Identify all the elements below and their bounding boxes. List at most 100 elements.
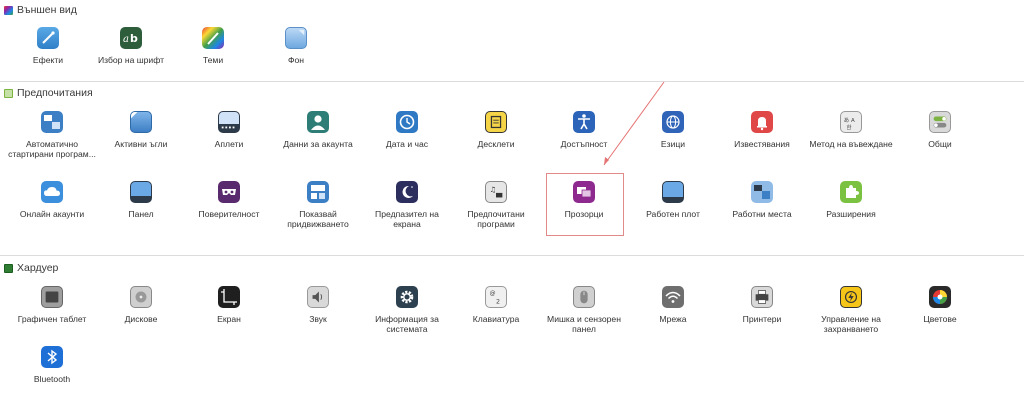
section-header-preferences: Предпочитания — [4, 86, 93, 100]
disk-icon — [130, 286, 152, 308]
settings-item-label: Фон — [287, 55, 305, 65]
settings-item-label: Информация за системата — [375, 314, 439, 335]
tablet-icon — [41, 286, 63, 308]
settings-item-label: Звук — [309, 314, 327, 324]
printer-icon — [751, 286, 773, 308]
settings-item-display[interactable]: Екран — [184, 286, 274, 324]
section-title: Външен вид — [17, 4, 77, 16]
windows-tile-icon — [307, 181, 329, 203]
palette-icon — [202, 27, 224, 49]
bluetooth-icon — [41, 346, 63, 368]
display-icon — [218, 286, 240, 308]
settings-item-themes[interactable]: Теми — [168, 27, 258, 65]
settings-item-keyboard[interactable]: @2 Клавиатура — [451, 286, 541, 324]
power-icon — [840, 286, 862, 308]
svg-text:2: 2 — [496, 298, 500, 305]
settings-item-languages[interactable]: Езици — [628, 111, 718, 149]
settings-item-online-accounts[interactable]: Онлайн акаунти — [7, 181, 97, 219]
moon-icon — [396, 181, 418, 203]
settings-item-preferred-apps[interactable]: ♫ Предпочитани програми — [451, 181, 541, 229]
gear-icon — [396, 286, 418, 308]
divider — [0, 81, 1024, 82]
settings-item-sound[interactable]: Звук — [273, 286, 363, 324]
settings-item-label: Екран — [217, 314, 241, 324]
settings-item-label: Мрежа — [659, 314, 687, 324]
cloud-icon — [41, 181, 63, 203]
settings-item-extensions[interactable]: Разширения — [806, 181, 896, 219]
settings-item-hot-corners[interactable]: Активни ъгли — [96, 111, 186, 149]
account-icon — [307, 111, 329, 133]
bell-icon — [751, 111, 773, 133]
settings-item-label: Общи — [928, 139, 952, 149]
settings-item-label: Управление на захранването — [821, 314, 881, 335]
settings-item-background[interactable]: Фон — [251, 27, 341, 65]
hot-corners-icon — [130, 111, 152, 133]
preferences-section-icon — [4, 88, 13, 98]
settings-item-date-time[interactable]: Дата и час — [362, 111, 452, 149]
settings-item-label: Показвай придвижването — [287, 209, 349, 230]
settings-item-label: Ефекти — [32, 55, 64, 65]
section-title: Предпочитания — [17, 87, 93, 99]
highlight-box — [546, 173, 624, 236]
settings-item-network[interactable]: Мрежа — [628, 286, 718, 324]
settings-item-graphics-tablet[interactable]: Графичен таблет — [7, 286, 97, 324]
settings-item-label: Метод на въвеждане — [809, 139, 893, 149]
settings-item-general[interactable]: Общи — [895, 111, 985, 149]
settings-item-privacy[interactable]: Поверителност — [184, 181, 274, 219]
settings-item-label: Дискове — [124, 314, 158, 324]
applets-icon — [218, 111, 240, 133]
colors-icon — [929, 286, 951, 308]
settings-item-effects[interactable]: Ефекти — [3, 27, 93, 65]
input-method-icon: あA한 — [840, 111, 862, 133]
puzzle-icon — [840, 181, 862, 203]
wifi-icon — [662, 286, 684, 308]
settings-item-label: Достъпност — [560, 139, 608, 149]
settings-item-system-info[interactable]: Информация за системата — [362, 286, 452, 334]
settings-item-label: Мишка и сензорен панел — [547, 314, 621, 335]
svg-text:A: A — [851, 118, 855, 124]
keyboard-icon: @2 — [485, 286, 507, 308]
settings-item-panel[interactable]: Панел — [96, 181, 186, 219]
accessibility-icon — [573, 111, 595, 133]
settings-item-printers[interactable]: Принтери — [717, 286, 807, 324]
settings-item-mouse[interactable]: Мишка и сензорен панел — [539, 286, 629, 334]
settings-item-desktop[interactable]: Работен плот — [628, 181, 718, 219]
settings-item-disks[interactable]: Дискове — [96, 286, 186, 324]
settings-item-label: Предпочитани програми — [467, 209, 525, 230]
media-icon: ♫ — [485, 181, 507, 203]
settings-item-applets[interactable]: Аплети — [184, 111, 274, 149]
settings-item-label: Разширения — [826, 209, 876, 219]
font-icon: ab — [120, 27, 142, 49]
svg-text:b: b — [130, 32, 138, 45]
settings-item-startup-apps[interactable]: Автоматично стартирани програм... — [7, 111, 97, 159]
settings-item-label: Графичен таблет — [17, 314, 87, 324]
divider — [0, 255, 1024, 256]
settings-item-workspaces[interactable]: Работни места — [717, 181, 807, 219]
settings-item-colors[interactable]: Цветове — [895, 286, 985, 324]
settings-item-label: Принтери — [742, 314, 782, 324]
settings-item-label: Аплети — [214, 139, 244, 149]
settings-item-label: Предпазител на екрана — [375, 209, 439, 230]
settings-item-screensaver[interactable]: Предпазител на екрана — [362, 181, 452, 229]
svg-text:@: @ — [490, 291, 496, 297]
hardware-section-icon — [4, 263, 13, 273]
settings-item-label: Автоматично стартирани програм... — [8, 139, 96, 160]
settings-item-desklets[interactable]: Десклети — [451, 111, 541, 149]
settings-item-label: Цветове — [923, 314, 957, 324]
settings-item-label: Онлайн акаунти — [19, 209, 85, 219]
settings-item-show-movement[interactable]: Показвай придвижването — [273, 181, 363, 229]
startup-icon — [41, 111, 63, 133]
settings-item-bluetooth[interactable]: Bluetooth — [7, 346, 97, 384]
settings-item-label: Панел — [128, 209, 154, 219]
section-header-appearance: Външен вид — [4, 3, 77, 17]
settings-item-accessibility[interactable]: Достъпност — [539, 111, 629, 149]
settings-item-account[interactable]: Данни за акаунта — [273, 111, 363, 149]
settings-item-power[interactable]: Управление на захранването — [806, 286, 896, 334]
section-title: Хардуер — [17, 262, 59, 274]
settings-item-font[interactable]: ab Избор на шрифт — [86, 27, 176, 65]
settings-item-input-method[interactable]: あA한 Метод на въвеждане — [806, 111, 896, 149]
toggle-icon — [929, 111, 951, 133]
settings-item-notifications[interactable]: Известявания — [717, 111, 807, 149]
settings-item-label: Поверителност — [198, 209, 260, 219]
settings-item-label: Работен плот — [646, 209, 700, 219]
